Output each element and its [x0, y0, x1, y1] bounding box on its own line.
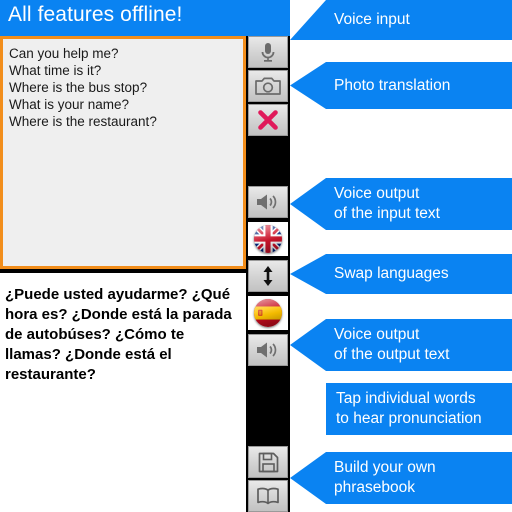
source-language-button[interactable]	[248, 222, 288, 256]
up-down-arrow-icon	[261, 265, 275, 287]
app-title-bar: All features offline!	[0, 0, 290, 36]
callout-label: Voice input	[334, 11, 410, 28]
uk-flag-icon	[254, 225, 282, 253]
callout-photo-translation: Photo translation	[290, 62, 512, 109]
microphone-button[interactable]	[248, 36, 288, 68]
action-button-column	[246, 36, 290, 512]
spain-flag-icon	[254, 299, 282, 327]
save-phrase-button[interactable]	[248, 446, 288, 478]
callout-label: Build your own phrasebook	[334, 459, 436, 496]
microphone-icon	[258, 41, 278, 63]
speaker-icon	[255, 192, 281, 212]
callout-voice-input: Voice input	[290, 0, 512, 40]
speak-output-button[interactable]	[248, 334, 288, 366]
callout-label: Tap individual words to hear pronunciati…	[336, 390, 482, 427]
callout-label: Photo translation	[334, 76, 451, 94]
screenshot-root: All features offline! Can you help me? W…	[0, 0, 512, 512]
callout-label: Swap languages	[334, 265, 449, 282]
output-text-panel[interactable]: ¿Puede usted ayudarme? ¿Qué hora es? ¿Do…	[0, 271, 246, 512]
swap-languages-button[interactable]	[248, 260, 288, 292]
page-title: All features offline!	[8, 3, 183, 26]
phrasebook-button[interactable]	[248, 480, 288, 512]
callout-voice-output-output-text: Voice output of the output text	[290, 319, 512, 371]
callout-build-phrasebook: Build your own phrasebook	[290, 452, 512, 504]
red-x-icon	[257, 109, 279, 131]
translator-app: All features offline! Can you help me? W…	[0, 0, 290, 512]
callout-swap-languages: Swap languages	[290, 254, 512, 294]
camera-icon	[255, 76, 281, 96]
output-text[interactable]: ¿Puede usted ayudarme? ¿Qué hora es? ¿Do…	[5, 285, 240, 385]
callout-label: Voice output of the input text	[334, 185, 440, 222]
callout-tap-words: Tap individual words to hear pronunciati…	[326, 383, 512, 435]
target-language-button[interactable]	[248, 296, 288, 330]
open-book-icon	[256, 486, 280, 506]
input-text-panel[interactable]: Can you help me? What time is it? Where …	[0, 36, 246, 269]
callout-voice-output-input-text: Voice output of the input text	[290, 178, 512, 230]
callout-label: Voice output of the output text	[334, 326, 450, 363]
camera-button[interactable]	[248, 70, 288, 102]
clear-button[interactable]	[248, 104, 288, 136]
speak-input-button[interactable]	[248, 186, 288, 218]
floppy-disk-icon	[258, 452, 279, 473]
input-text[interactable]: Can you help me? What time is it? Where …	[9, 45, 239, 130]
speaker-icon	[255, 340, 281, 360]
